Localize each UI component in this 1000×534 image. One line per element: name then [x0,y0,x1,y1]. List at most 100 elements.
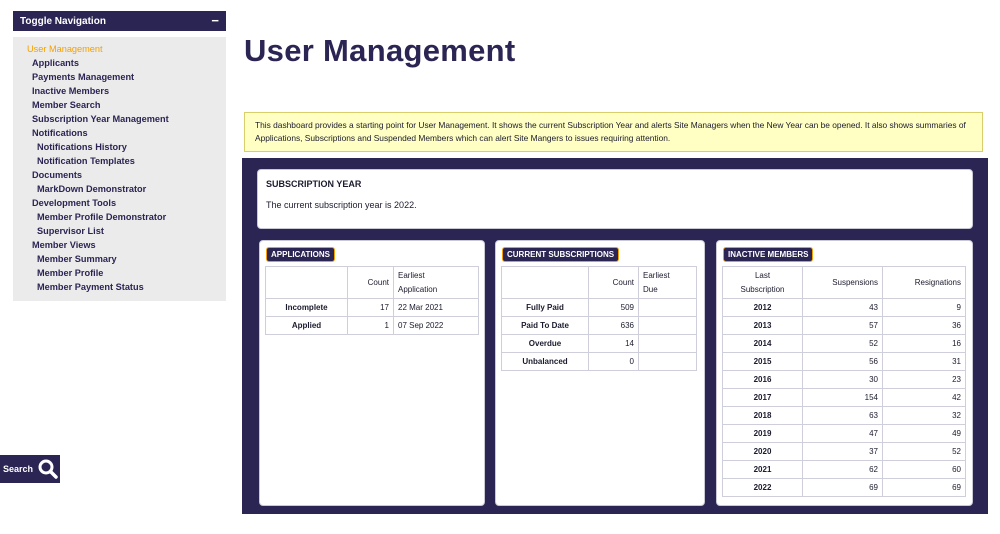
inactive-row-suspensions: 63 [802,406,883,425]
sidebar-item-member-search[interactable]: Member Search [27,98,212,112]
inactive-row-suspensions: 43 [802,298,883,317]
inactive-row-year: 2016 [722,370,803,389]
sidebar-item-member-profile-demonstrator[interactable]: Member Profile Demonstrator [27,210,212,224]
inactive-row-year: 2019 [722,424,803,443]
sidebar-item-markdown-demonstrator[interactable]: MarkDown Demonstrator [27,182,212,196]
applications-row-date: 22 Mar 2021 [393,298,479,317]
collapse-icon[interactable]: − [211,14,219,27]
subscriptions-row-count: 636 [588,316,639,335]
subscriptions-row-count: 509 [588,298,639,317]
inactive-row-year: 2018 [722,406,803,425]
inactive-row-suspensions: 52 [802,334,883,353]
sidebar-item-documents[interactable]: Documents [27,168,212,182]
applications-header-earliest-1: Earliest [398,270,425,280]
sidebar-item-member-summary[interactable]: Member Summary [27,252,212,266]
applications-row-count: 17 [347,298,394,317]
inactive-row-suspensions: 62 [802,460,883,479]
table-row: 2018 63 32 [722,406,966,425]
applications-row-label: Incomplete [265,298,348,317]
page-title: User Management [244,33,516,68]
inactive-row-year: 2020 [722,442,803,461]
inactive-row-suspensions: 57 [802,316,883,335]
inactive-row-resignations: 23 [882,370,966,389]
subscriptions-row-due [638,298,697,317]
applications-header-count: Count [347,266,394,299]
table-row: Fully Paid 509 [501,298,697,317]
subscriptions-row-count: 14 [588,334,639,353]
applications-header-blank [265,266,348,299]
sidebar-item-development-tools[interactable]: Development Tools [27,196,212,210]
sidebar-item-user-management[interactable]: User Management [27,42,212,56]
subscriptions-header-count: Count [588,266,639,299]
inactive-row-resignations: 52 [882,442,966,461]
sidebar-item-applicants[interactable]: Applicants [27,56,212,70]
inactive-row-year: 2017 [722,388,803,407]
inactive-row-resignations: 31 [882,352,966,371]
inactive-row-resignations: 60 [882,460,966,479]
inactive-header-last-1: Last [754,270,771,280]
applications-header-earliest: Earliest Application [393,266,479,299]
sidebar-item-member-views[interactable]: Member Views [27,238,212,252]
inactive-row-resignations: 16 [882,334,966,353]
inactive-row-resignations: 32 [882,406,966,425]
table-row: Applied 1 07 Sep 2022 [265,316,479,335]
sidebar-item-subscription-year-management[interactable]: Subscription Year Management [27,112,212,126]
inactive-row-year: 2012 [722,298,803,317]
inactive-header-last-subscription: Last Subscription [722,266,803,299]
inactive-row-suspensions: 47 [802,424,883,443]
applications-card: APPLICATIONS Count Earliest Application … [259,240,485,506]
table-row: Unbalanced 0 [501,352,697,371]
subscriptions-row-label: Unbalanced [501,352,589,371]
inactive-row-year: 2021 [722,460,803,479]
table-row: 2022 69 69 [722,478,966,497]
sidebar-item-notifications-history[interactable]: Notifications History [27,140,212,154]
inactive-members-badge: INACTIVE MEMBERS [723,247,814,262]
applications-badge: APPLICATIONS [266,247,335,262]
subscription-year-card: SUBSCRIPTION YEAR The current subscripti… [257,169,973,229]
inactive-row-year: 2015 [722,352,803,371]
inactive-members-card: INACTIVE MEMBERS Last Subscription Suspe… [716,240,973,506]
subscriptions-row-label: Overdue [501,334,589,353]
current-subscriptions-badge: CURRENT SUBSCRIPTIONS [502,247,620,262]
subscriptions-header-earliest: Earliest Due [638,266,697,299]
applications-header-earliest-2: Application [398,284,438,294]
sidebar-item-member-profile[interactable]: Member Profile [27,266,212,280]
search-button[interactable]: Search [0,455,60,483]
current-subscriptions-table: Count Earliest Due Fully Paid 509 Paid T… [501,266,697,371]
inactive-row-suspensions: 154 [802,388,883,407]
dashboard-panel: SUBSCRIPTION YEAR The current subscripti… [242,158,988,514]
toggle-navigation-bar[interactable]: Toggle Navigation − [13,11,226,31]
applications-row-date: 07 Sep 2022 [393,316,479,335]
subscriptions-header-earliest-1: Earliest [643,270,670,280]
sidebar-item-member-payment-status[interactable]: Member Payment Status [27,280,212,294]
table-row: 2015 56 31 [722,352,966,371]
subscriptions-row-due [638,352,697,371]
subscriptions-row-due [638,316,697,335]
table-row: 2012 43 9 [722,298,966,317]
subscription-year-heading: SUBSCRIPTION YEAR [266,179,362,189]
subscriptions-header-blank [501,266,589,299]
inactive-row-resignations: 49 [882,424,966,443]
inactive-row-suspensions: 37 [802,442,883,461]
toggle-navigation-label: Toggle Navigation [20,15,106,27]
subscriptions-row-due [638,334,697,353]
sidebar-item-payments-management[interactable]: Payments Management [27,70,212,84]
inactive-row-resignations: 42 [882,388,966,407]
inactive-row-resignations: 36 [882,316,966,335]
table-row: 2021 62 60 [722,460,966,479]
table-row: 2019 47 49 [722,424,966,443]
applications-table: Count Earliest Application Incomplete 17… [265,266,479,335]
current-subscriptions-card: CURRENT SUBSCRIPTIONS Count Earliest Due… [495,240,705,506]
subscriptions-row-label: Fully Paid [501,298,589,317]
table-row: 2016 30 23 [722,370,966,389]
sidebar-item-supervisor-list[interactable]: Supervisor List [27,224,212,238]
sidebar-item-notifications[interactable]: Notifications [27,126,212,140]
inactive-row-year: 2013 [722,316,803,335]
sidebar-nav: User Management Applicants Payments Mana… [13,37,226,301]
table-row: 2014 52 16 [722,334,966,353]
sidebar-item-inactive-members[interactable]: Inactive Members [27,84,212,98]
subscriptions-row-label: Paid To Date [501,316,589,335]
table-row: 2013 57 36 [722,316,966,335]
sidebar-item-notification-templates[interactable]: Notification Templates [27,154,212,168]
table-row: Paid To Date 636 [501,316,697,335]
